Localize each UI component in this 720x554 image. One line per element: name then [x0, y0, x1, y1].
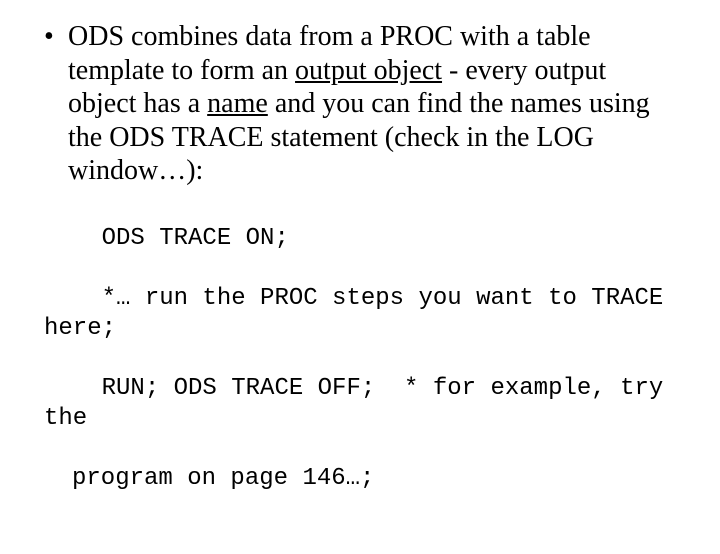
- slide: ODS combines data from a PROC with a tab…: [0, 0, 720, 540]
- bullet-list: ODS combines data from a PROC with a tab…: [40, 20, 680, 188]
- code-line-3a: RUN; ODS TRACE OFF; * for example, try t…: [44, 375, 678, 432]
- underlined-name: name: [207, 88, 268, 119]
- code-block: ODS TRACE ON; *… run the PROC steps you …: [40, 194, 680, 554]
- underlined-output-object: output object: [295, 55, 442, 86]
- code-line-3b: program on page 146…;: [44, 464, 680, 494]
- bullet-item: ODS combines data from a PROC with a tab…: [68, 20, 680, 188]
- code-line-2: *… run the PROC steps you want to TRACE …: [44, 285, 678, 342]
- code-line-1: ODS TRACE ON;: [102, 225, 289, 252]
